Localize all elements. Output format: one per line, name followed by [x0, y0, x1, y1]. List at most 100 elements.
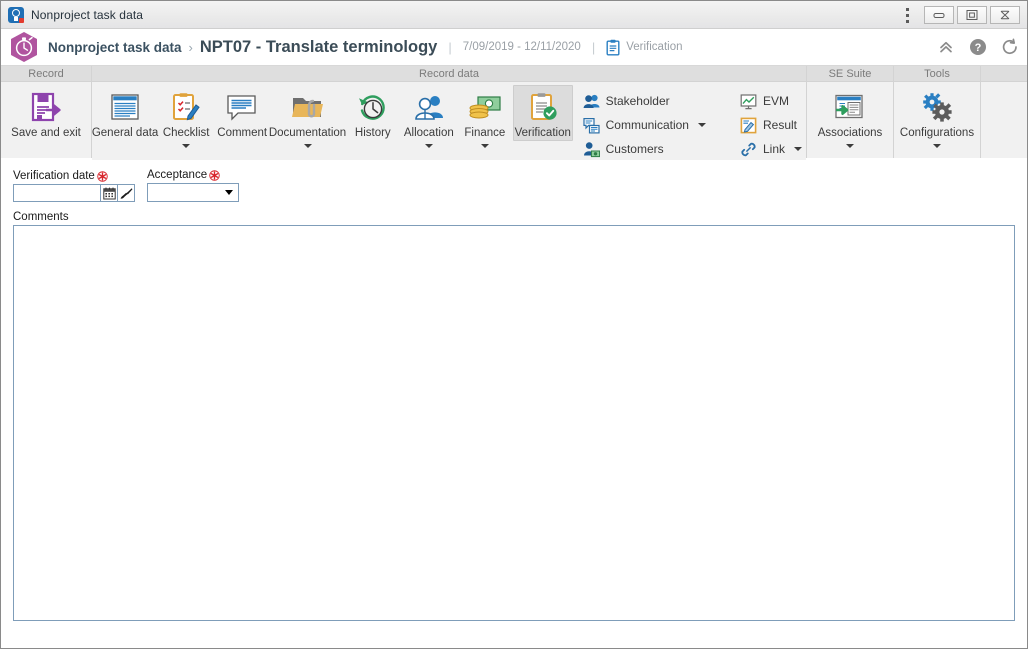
calendar-button[interactable] [101, 184, 118, 202]
configurations-button[interactable]: Configurations [894, 85, 980, 148]
ribbon-group-title [981, 66, 1027, 82]
communication-button[interactable]: Communication [579, 114, 710, 136]
stakeholder-icon [583, 94, 600, 108]
chevron-down-icon[interactable] [794, 147, 802, 151]
customers-button[interactable]: Customers [579, 138, 710, 160]
chevron-down-icon[interactable] [303, 144, 312, 148]
configurations-label: Configurations [899, 127, 975, 139]
associations-label: Associations [817, 127, 883, 139]
save-and-exit-icon [28, 89, 64, 127]
ribbon-group-record: Record Save and exit [1, 66, 92, 158]
communication-icon [583, 117, 600, 134]
customers-icon [583, 141, 600, 157]
maximize-button[interactable] [957, 6, 987, 24]
verification-date-label-wrap: Verification date [13, 170, 135, 182]
general-data-button[interactable]: General data [92, 85, 158, 140]
verification-button[interactable]: Verification [512, 85, 573, 141]
page-title: NPT07 - Translate terminology [199, 37, 438, 56]
breadcrumb-root[interactable]: Nonproject task data [48, 40, 182, 55]
chevron-down-icon[interactable] [424, 144, 433, 148]
comment-icon [225, 89, 259, 127]
result-label: Result [762, 118, 797, 132]
minimize-button[interactable] [924, 6, 954, 24]
verification-date-field: Verification date [13, 170, 135, 202]
verification-date-input-group [13, 184, 135, 202]
customers-label: Customers [605, 142, 664, 156]
comments-label: Comments [13, 211, 69, 223]
comments-field: Comments [13, 211, 1017, 621]
refresh-icon[interactable] [1001, 38, 1019, 56]
link-button[interactable]: Link [736, 138, 806, 160]
stopwatch-hexagon-logo [9, 31, 39, 63]
verification-icon [527, 89, 559, 127]
verification-date-label: Verification date [13, 170, 95, 182]
finance-label: Finance [464, 127, 506, 139]
required-asterisk-icon [209, 169, 220, 181]
allocation-label: Allocation [403, 127, 454, 139]
evm-button[interactable]: EVM [736, 90, 806, 112]
clipboard-icon [606, 39, 620, 56]
chevron-down-icon[interactable] [933, 144, 941, 148]
ribbon-small-column-2: EVM Result Link [736, 85, 806, 160]
header-divider-1: | [448, 39, 452, 55]
app-window-icon [8, 6, 24, 23]
status-label: Verification [626, 41, 683, 53]
documentation-label: Documentation [268, 127, 347, 139]
ribbon-small-column-1: Stakeholder Communication Customers [579, 85, 710, 160]
comment-button[interactable]: Comment [214, 85, 270, 140]
stakeholder-button[interactable]: Stakeholder [579, 90, 710, 112]
record-header: Nonproject task data › NPT07 - Translate… [1, 29, 1027, 65]
general-data-label: General data [91, 127, 159, 139]
comment-label: Comment [217, 127, 268, 139]
evm-label: EVM [762, 94, 789, 108]
chevron-down-icon[interactable] [480, 144, 489, 148]
acceptance-field: Acceptance [147, 169, 239, 202]
comments-textarea[interactable] [13, 225, 1015, 621]
ribbon-group-title: Tools [894, 66, 980, 82]
documentation-button[interactable]: Documentation [268, 85, 347, 148]
checklist-label: Checklist [162, 127, 210, 139]
save-and-exit-label: Save and exit [11, 127, 81, 139]
stakeholder-label: Stakeholder [605, 94, 670, 108]
history-button[interactable]: History [345, 85, 401, 140]
checklist-icon [170, 89, 202, 127]
ribbon-group-title: Record [1, 66, 91, 82]
close-button[interactable] [990, 6, 1020, 24]
application-window: Nonproject task data Nonproject task dat… [0, 0, 1028, 649]
checklist-button[interactable]: Checklist [158, 85, 214, 148]
brush-clear-icon [120, 187, 132, 199]
ribbon-group-title: Record data [92, 66, 806, 82]
required-asterisk-icon [97, 170, 108, 182]
associations-button[interactable]: Associations [807, 85, 893, 148]
help-circle-icon[interactable]: ? [969, 38, 987, 56]
link-label: Link [762, 142, 785, 156]
history-icon [357, 89, 389, 127]
allocation-button[interactable]: Allocation [401, 85, 457, 148]
ribbon-toolbar: Record Save and exit Record data General… [1, 65, 1027, 160]
calendar-icon [102, 187, 116, 199]
ribbon-group-title: SE Suite [807, 66, 893, 82]
window-controls [896, 1, 1027, 29]
double-chevron-up-icon[interactable] [937, 38, 955, 56]
finance-button[interactable]: Finance [457, 85, 513, 148]
allocation-icon [412, 89, 446, 127]
verification-date-input[interactable] [13, 184, 101, 202]
acceptance-dropdown[interactable] [147, 183, 239, 202]
documentation-icon [290, 89, 326, 127]
result-button[interactable]: Result [736, 114, 806, 136]
status-badge: Verification [606, 39, 683, 56]
chevron-down-icon[interactable] [182, 144, 191, 148]
kebab-menu-icon[interactable] [896, 2, 918, 28]
chevron-down-icon[interactable] [697, 123, 706, 127]
history-label: History [354, 127, 391, 139]
window-title-bar: Nonproject task data [1, 1, 1027, 29]
save-and-exit-button[interactable]: Save and exit [1, 85, 91, 140]
breadcrumb-separator-icon: › [188, 39, 193, 55]
result-icon [740, 117, 757, 133]
general-data-icon [108, 89, 142, 127]
acceptance-label: Acceptance [147, 169, 208, 181]
header-divider-2: | [591, 39, 596, 55]
ribbon-group-tools: Tools Configurations [894, 66, 981, 158]
chevron-down-icon[interactable] [846, 144, 854, 148]
clear-field-button[interactable] [118, 184, 135, 202]
